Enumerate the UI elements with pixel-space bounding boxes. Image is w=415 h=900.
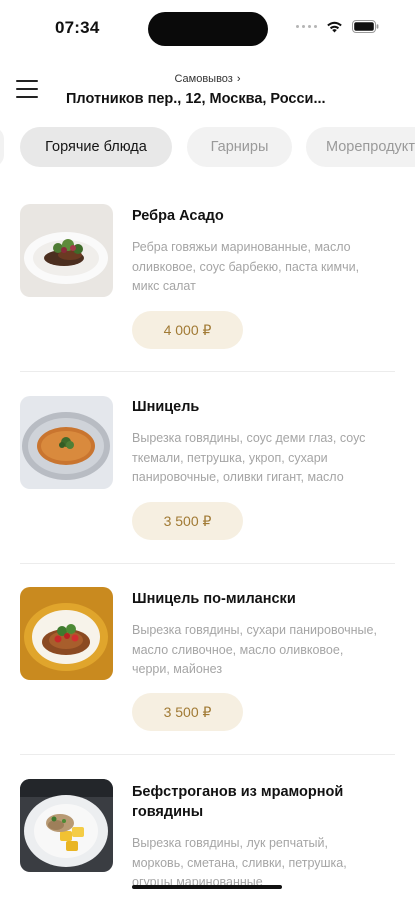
- product-name: Шницель: [132, 399, 200, 415]
- divider: [20, 371, 395, 372]
- chevron-right-icon: ›: [236, 73, 241, 85]
- delivery-mode-selector[interactable]: Самовывоз ›: [0, 73, 415, 85]
- status-bar: 07:34: [0, 0, 415, 58]
- stroganoff-plate-image: [20, 779, 113, 872]
- category-tabs: Горячие блюда Гарниры Морепродукты: [0, 127, 415, 167]
- product-description: Вырезка говядины, соус деми глаз, соус т…: [132, 431, 366, 484]
- product-description: Вырезка говядины, лук репчатый, морковь,…: [132, 836, 347, 889]
- add-to-cart-button[interactable]: 3 500 ₽: [132, 693, 243, 731]
- home-indicator: [132, 885, 282, 889]
- delivery-mode-label: Самовывоз: [174, 73, 233, 85]
- product-description: Вырезка говядины, сухари панировочные, м…: [132, 623, 377, 676]
- tab-side-dishes[interactable]: Гарниры: [187, 127, 292, 167]
- plated-ribs-image: [20, 204, 113, 297]
- divider: [20, 563, 395, 564]
- battery-icon: [352, 20, 379, 33]
- add-to-cart-button[interactable]: 3 500 ₽: [132, 502, 243, 540]
- schnitzel-plate-image: [20, 396, 113, 489]
- add-to-cart-button[interactable]: 4 000 ₽: [132, 311, 243, 349]
- product-name: Шницель по-милански: [132, 591, 296, 607]
- product-description: Ребра говяжьи маринованные, масло оливко…: [132, 240, 360, 293]
- status-time: 07:34: [55, 18, 100, 37]
- milanese-schnitzel-image: [20, 587, 113, 680]
- product-name: Ребра Асадо: [132, 208, 224, 224]
- app-header: Самовывоз › Плотников пер., 12, Москва, Р…: [0, 58, 415, 120]
- tab-hot-dishes[interactable]: Горячие блюда: [20, 127, 172, 167]
- cellular-signal-icon: [296, 25, 317, 28]
- status-icons: [296, 20, 379, 33]
- wifi-icon: [327, 21, 342, 32]
- tab-previous-category[interactable]: [0, 127, 4, 167]
- dynamic-island: [148, 12, 268, 46]
- tab-seafood[interactable]: Морепродукты: [306, 127, 415, 167]
- divider: [20, 754, 395, 755]
- address-label[interactable]: Плотников пер., 12, Москва, Росси...: [66, 91, 356, 107]
- product-name: Бефстроганов из мраморной говядины: [132, 784, 344, 820]
